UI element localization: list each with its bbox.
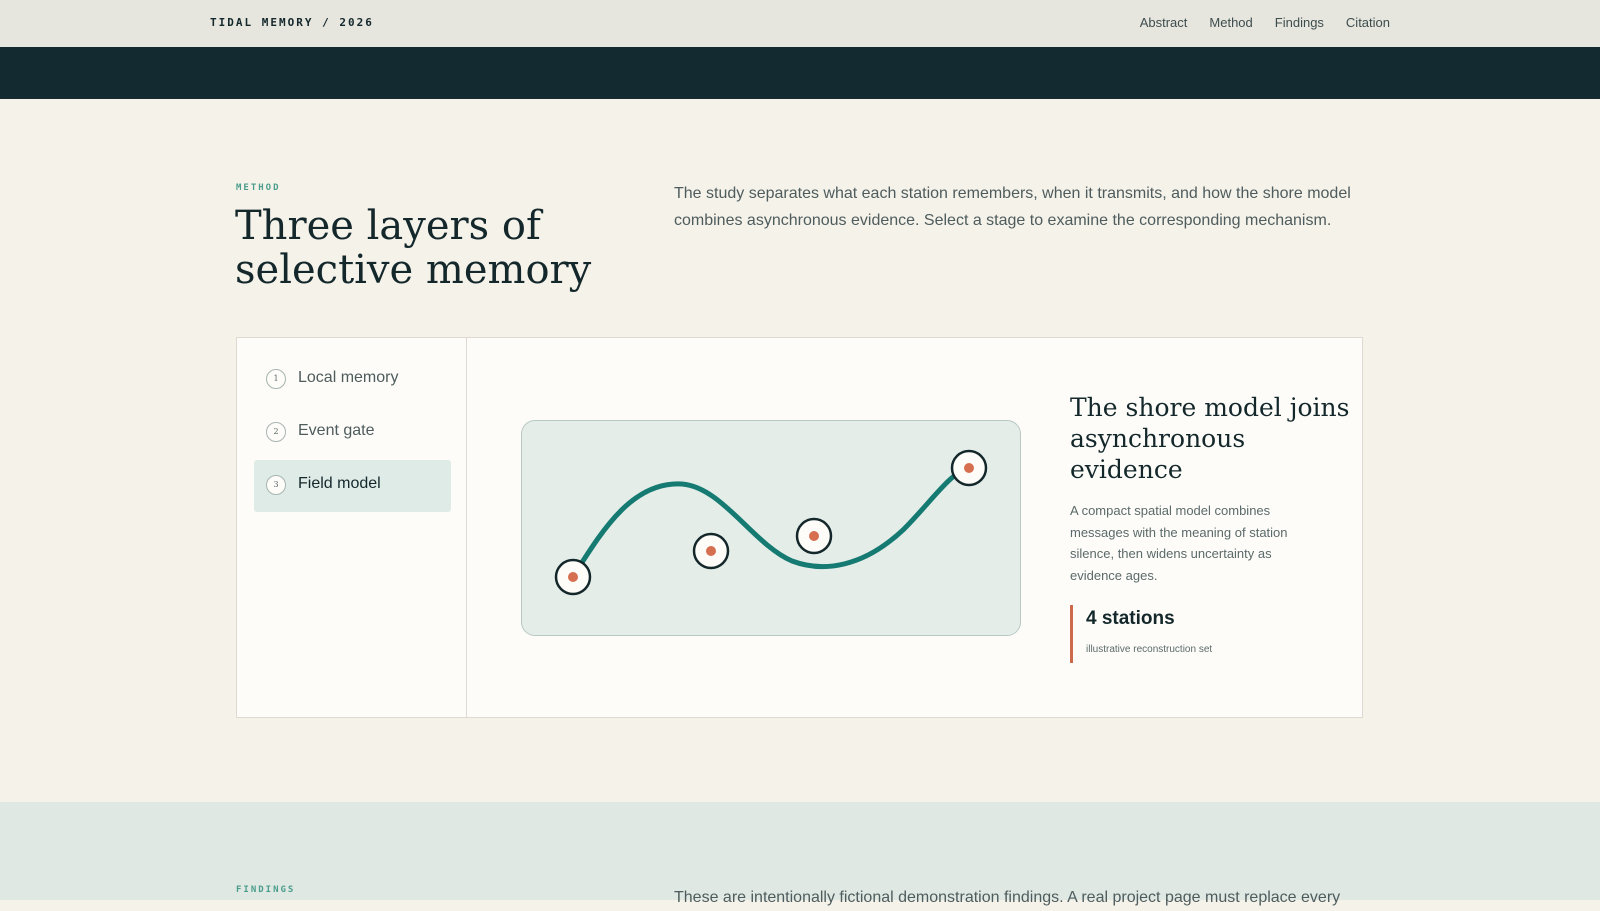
method-description: The study separates what each station re…	[674, 185, 1351, 229]
findings-eyebrow: FINDINGS	[236, 885, 296, 895]
station-marker[interactable]	[692, 532, 730, 570]
detail-title: The shore model joins asynchronous evide…	[1070, 393, 1350, 484]
field-curve	[571, 465, 971, 578]
stage-event-gate[interactable]: 2 Event gate	[254, 407, 451, 459]
stage-number: 3	[266, 475, 286, 495]
nav-link-abstract[interactable]: Abstract	[1140, 15, 1188, 30]
station-marker[interactable]	[554, 558, 592, 596]
nav-link-method[interactable]: Method	[1209, 15, 1252, 30]
stage-label: Event gate	[298, 422, 375, 439]
station-marker[interactable]	[950, 449, 988, 487]
stat-block: 4 stations illustrative reconstruction s…	[1070, 605, 1270, 663]
detail-description: A compact spatial model combines message…	[1070, 503, 1288, 583]
stage-number: 1	[266, 369, 286, 389]
method-title: Three layers of selective memory	[235, 203, 592, 293]
stage-label: Local memory	[298, 369, 399, 386]
stat-caption: illustrative reconstruction set	[1086, 644, 1213, 655]
method-eyebrow: METHOD	[236, 183, 281, 193]
nav-link-citation[interactable]: Citation	[1346, 15, 1390, 30]
method-card: 1 Local memory 2 Event gate 3 Field mode…	[236, 337, 1363, 718]
stage-local-memory[interactable]: 1 Local memory	[254, 354, 451, 406]
top-bar: TIDAL MEMORY / 2026 Abstract Method Find…	[0, 0, 1600, 47]
stage-number: 2	[266, 422, 286, 442]
station-marker[interactable]	[795, 517, 833, 555]
stage-label: Field model	[298, 475, 381, 492]
field-model-svg	[554, 449, 988, 596]
field-model-diagram	[521, 420, 1021, 636]
stat-value: 4 stations	[1086, 608, 1175, 629]
findings-description: These are intentionally fictional demons…	[674, 889, 1341, 906]
hero-band	[0, 47, 1600, 99]
stage-list: 1 Local memory 2 Event gate 3 Field mode…	[237, 338, 467, 717]
main-nav: Abstract Method Findings Citation	[1140, 15, 1390, 30]
nav-link-findings[interactable]: Findings	[1275, 15, 1324, 30]
stage-field-model[interactable]: 3 Field model	[254, 460, 451, 512]
brand-title[interactable]: TIDAL MEMORY / 2026	[210, 16, 374, 29]
